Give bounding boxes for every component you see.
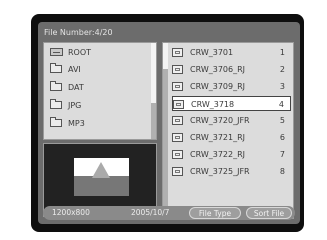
file-scrollbar-thumb[interactable]: [163, 43, 168, 69]
file-type-button[interactable]: File Type: [189, 207, 241, 219]
image-resolution: 1200x800: [52, 208, 90, 217]
image-file-icon: [172, 48, 183, 57]
file-name: CRW_3706_RJ: [190, 65, 246, 74]
file-index: 3: [279, 82, 285, 91]
folder-icon: [50, 99, 62, 109]
file-scrollbar[interactable]: [163, 43, 168, 218]
file-list[interactable]: CRW_3701 1 CRW_3706_RJ 2 CRW_3709_RJ 3 C…: [162, 42, 294, 219]
file-index: 5: [279, 116, 285, 125]
folder-list[interactable]: ROOT AVI DAT JPG MP3: [43, 42, 157, 140]
file-row[interactable]: CRW_3701 1: [172, 45, 291, 60]
file-name: CRW_3709_RJ: [190, 82, 246, 91]
folder-label: MP3: [68, 119, 85, 128]
file-row[interactable]: CRW_3722_RJ 7: [172, 147, 291, 162]
folder-icon: [50, 117, 62, 127]
image-file-icon: [172, 150, 183, 159]
folder-item-avi[interactable]: AVI: [50, 62, 148, 77]
file-row[interactable]: CRW_3721_RJ 6: [172, 130, 291, 145]
file-index: 8: [279, 167, 285, 176]
file-name: CRW_3721_RJ: [190, 133, 246, 142]
folder-icon: [50, 81, 62, 91]
image-date: 2005/10/7: [131, 208, 170, 217]
folder-item-dat[interactable]: DAT: [50, 80, 148, 95]
file-row[interactable]: CRW_3720_JFR 5: [172, 113, 291, 128]
file-name: CRW_3725_JFR: [190, 167, 250, 176]
file-name: CRW_3722_RJ: [190, 150, 246, 159]
sort-file-button[interactable]: Sort File: [246, 207, 292, 219]
preview-thumbnail: [74, 158, 129, 196]
image-file-icon: [173, 100, 184, 109]
file-row[interactable]: CRW_3709_RJ 3: [172, 79, 291, 94]
file-index: 6: [279, 133, 285, 142]
file-number-label: File Number:4/20: [44, 28, 113, 37]
file-index: 1: [279, 48, 285, 57]
file-index: 2: [279, 65, 285, 74]
folder-scrollbar[interactable]: [151, 43, 156, 139]
image-file-icon: [172, 65, 183, 74]
folder-item-jpg[interactable]: JPG: [50, 98, 148, 113]
file-row[interactable]: CRW_3725_JFR 8: [172, 164, 291, 179]
file-name: CRW_3718: [191, 100, 235, 109]
status-bar: 1200x800 2005/10/7 File Type Sort File: [43, 206, 295, 220]
file-browser-screen: File Number:4/20 ROOT AVI DAT JPG MP3 CR…: [38, 22, 300, 224]
image-file-icon: [172, 116, 183, 125]
file-row[interactable]: CRW_3706_RJ 2: [172, 62, 291, 77]
file-index: 4: [278, 100, 284, 109]
folder-item-mp3[interactable]: MP3: [50, 116, 148, 131]
image-file-icon: [172, 133, 183, 142]
folder-label: AVI: [68, 65, 81, 74]
image-file-icon: [172, 82, 183, 91]
folder-item-root[interactable]: ROOT: [50, 45, 148, 60]
image-file-icon: [172, 167, 183, 176]
folder-label: JPG: [68, 101, 82, 110]
folder-label: DAT: [68, 83, 84, 92]
folder-icon: [50, 63, 62, 73]
folder-scrollbar-thumb[interactable]: [151, 43, 156, 103]
file-name: CRW_3701: [190, 48, 234, 57]
file-index: 7: [279, 150, 285, 159]
folder-label: ROOT: [68, 48, 92, 57]
file-name: CRW_3720_JFR: [190, 116, 250, 125]
drive-icon: [50, 48, 63, 56]
file-row-selected[interactable]: CRW_3718 4: [172, 96, 291, 111]
